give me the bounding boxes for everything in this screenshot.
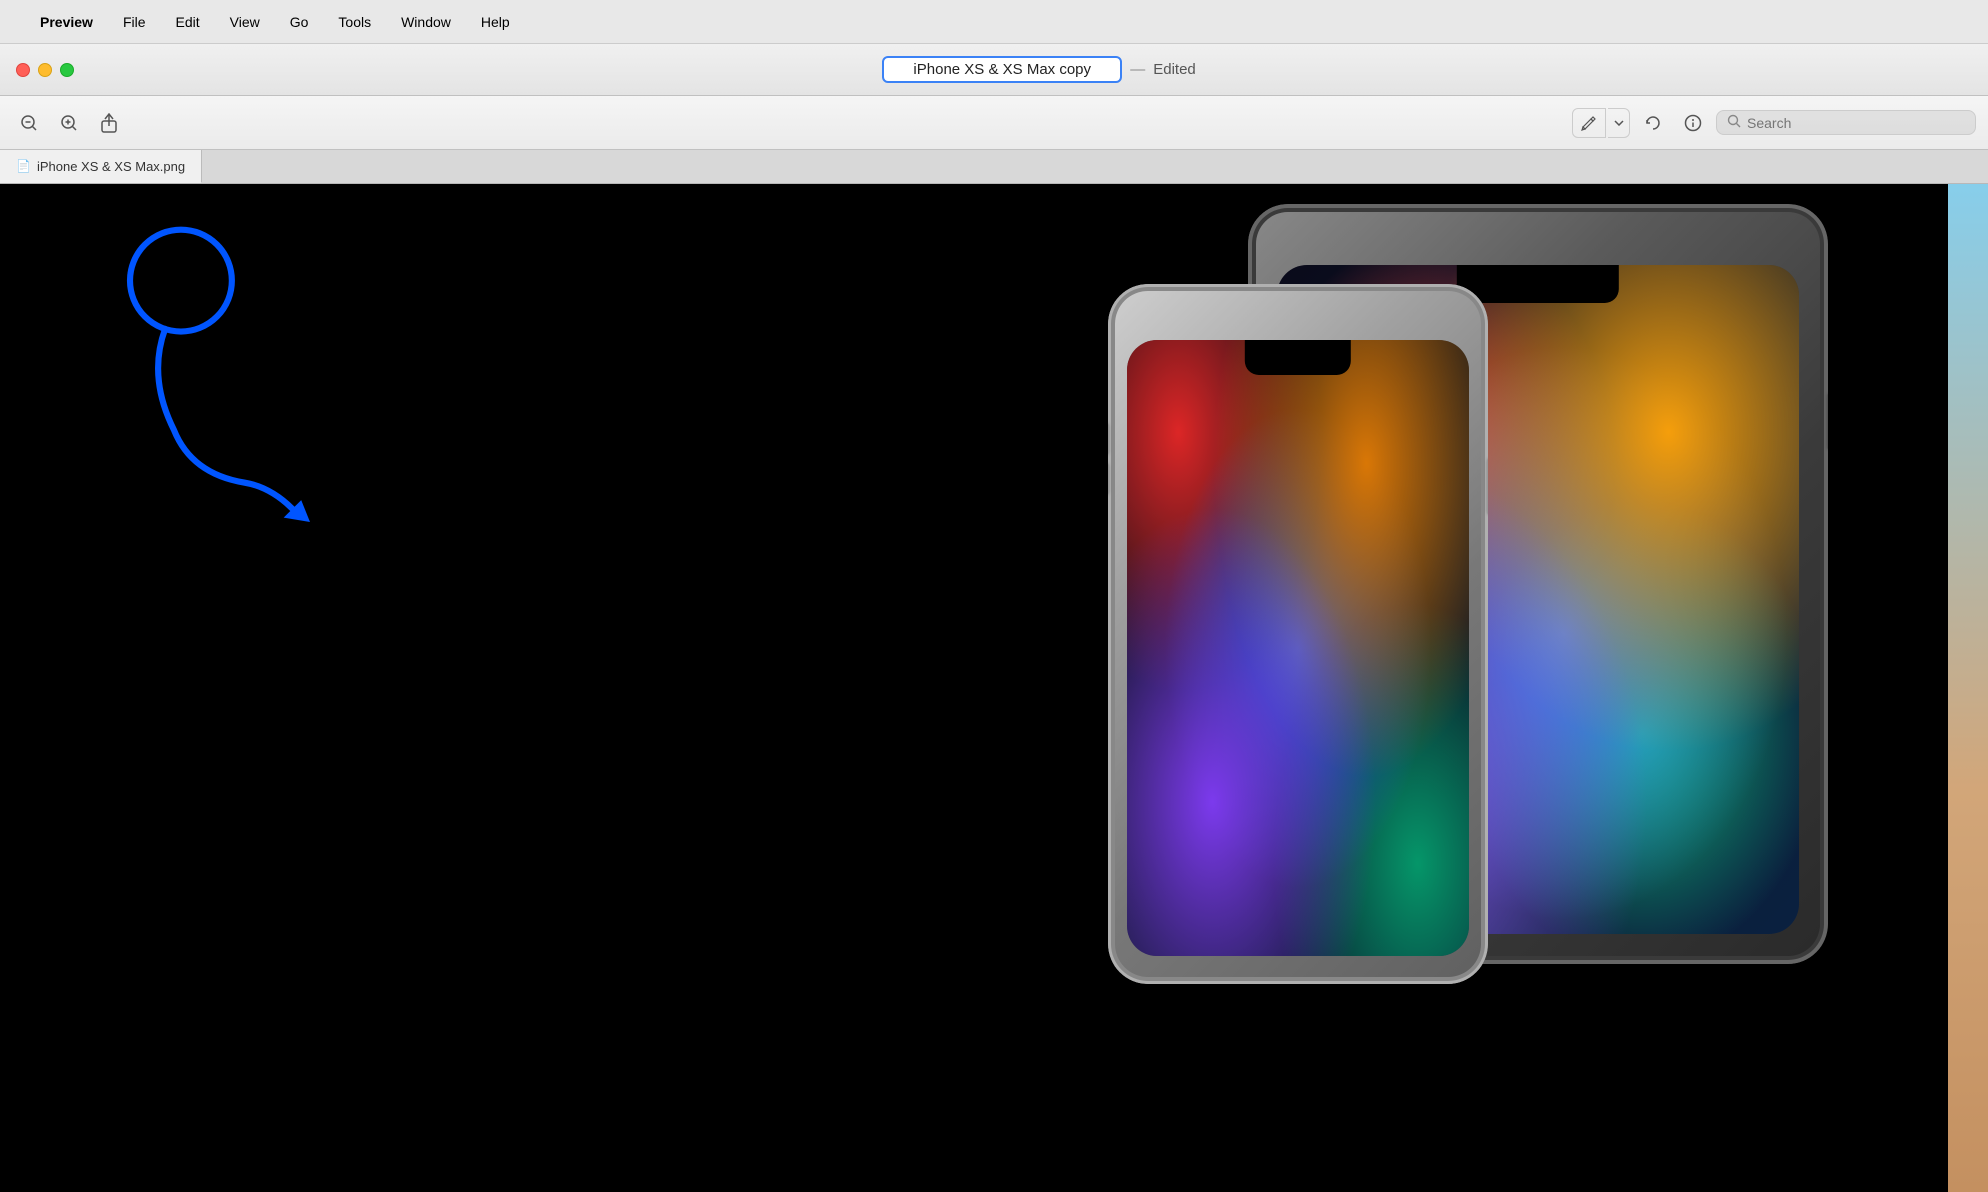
tab-bar: 📄 iPhone XS & XS Max.png (0, 150, 1988, 184)
toolbar (0, 96, 1988, 150)
menu-go[interactable]: Go (284, 12, 315, 32)
phone-xs-wallpaper (1127, 340, 1469, 956)
markup-group (1572, 108, 1630, 138)
phone-xs-side-buttons (1108, 424, 1109, 494)
share-icon (100, 113, 118, 133)
spotlight-button[interactable] (1676, 108, 1710, 138)
info-icon (1684, 114, 1702, 132)
zoom-in-icon (60, 114, 78, 132)
share-button[interactable] (92, 108, 126, 138)
title-separator: — (1130, 61, 1145, 78)
phone-xs-volume-down (1108, 464, 1109, 494)
edited-label: Edited (1153, 61, 1196, 78)
phone-xs-notch (1245, 340, 1351, 375)
search-field[interactable] (1716, 110, 1976, 135)
phone-xs-body (1108, 284, 1488, 984)
iphone-xs (1108, 284, 1488, 984)
search-icon (1727, 114, 1741, 131)
markup-dropdown-button[interactable] (1608, 108, 1630, 138)
phone-xs-screen (1127, 340, 1469, 956)
rotate-button[interactable] (1636, 108, 1670, 138)
window-title-input[interactable] (882, 56, 1122, 83)
search-input[interactable] (1747, 115, 1965, 131)
menu-tools[interactable]: Tools (332, 12, 377, 32)
zoom-out-button[interactable] (12, 108, 46, 138)
tab-file-icon: 📄 (16, 159, 31, 173)
content-area (0, 184, 1988, 1192)
menu-bar: Preview File Edit View Go Tools Window H… (0, 0, 1988, 44)
menu-file[interactable]: File (117, 12, 152, 32)
close-button[interactable] (16, 63, 30, 77)
phone-xs-max-power-button (1827, 394, 1828, 449)
menu-edit[interactable]: Edit (170, 12, 206, 32)
rotate-icon (1643, 113, 1663, 133)
title-bar: — Edited (0, 44, 1988, 96)
chevron-down-icon (1614, 120, 1624, 126)
minimize-button[interactable] (38, 63, 52, 77)
wallpaper-edge (1948, 184, 1988, 1192)
traffic-lights-group (0, 63, 90, 77)
title-center: — Edited (90, 56, 1988, 83)
tab-label: iPhone XS & XS Max.png (37, 159, 185, 174)
zoom-in-button[interactable] (52, 108, 86, 138)
markup-pencil-button[interactable] (1572, 108, 1606, 138)
menu-window[interactable]: Window (395, 12, 457, 32)
phone-xs-frame (1108, 284, 1488, 984)
preview-window: — Edited (0, 44, 1988, 1192)
phone-xs-power-button (1487, 459, 1488, 514)
phone-xs-volume-up (1108, 424, 1109, 454)
menu-preview[interactable]: Preview (34, 12, 99, 32)
tab-iphone-xs[interactable]: 📄 iPhone XS & XS Max.png (0, 150, 202, 183)
pencil-icon (1581, 115, 1597, 131)
maximize-button[interactable] (60, 63, 74, 77)
menu-view[interactable]: View (224, 12, 266, 32)
menu-help[interactable]: Help (475, 12, 516, 32)
image-canvas (0, 184, 1988, 1192)
zoom-out-icon (20, 114, 38, 132)
